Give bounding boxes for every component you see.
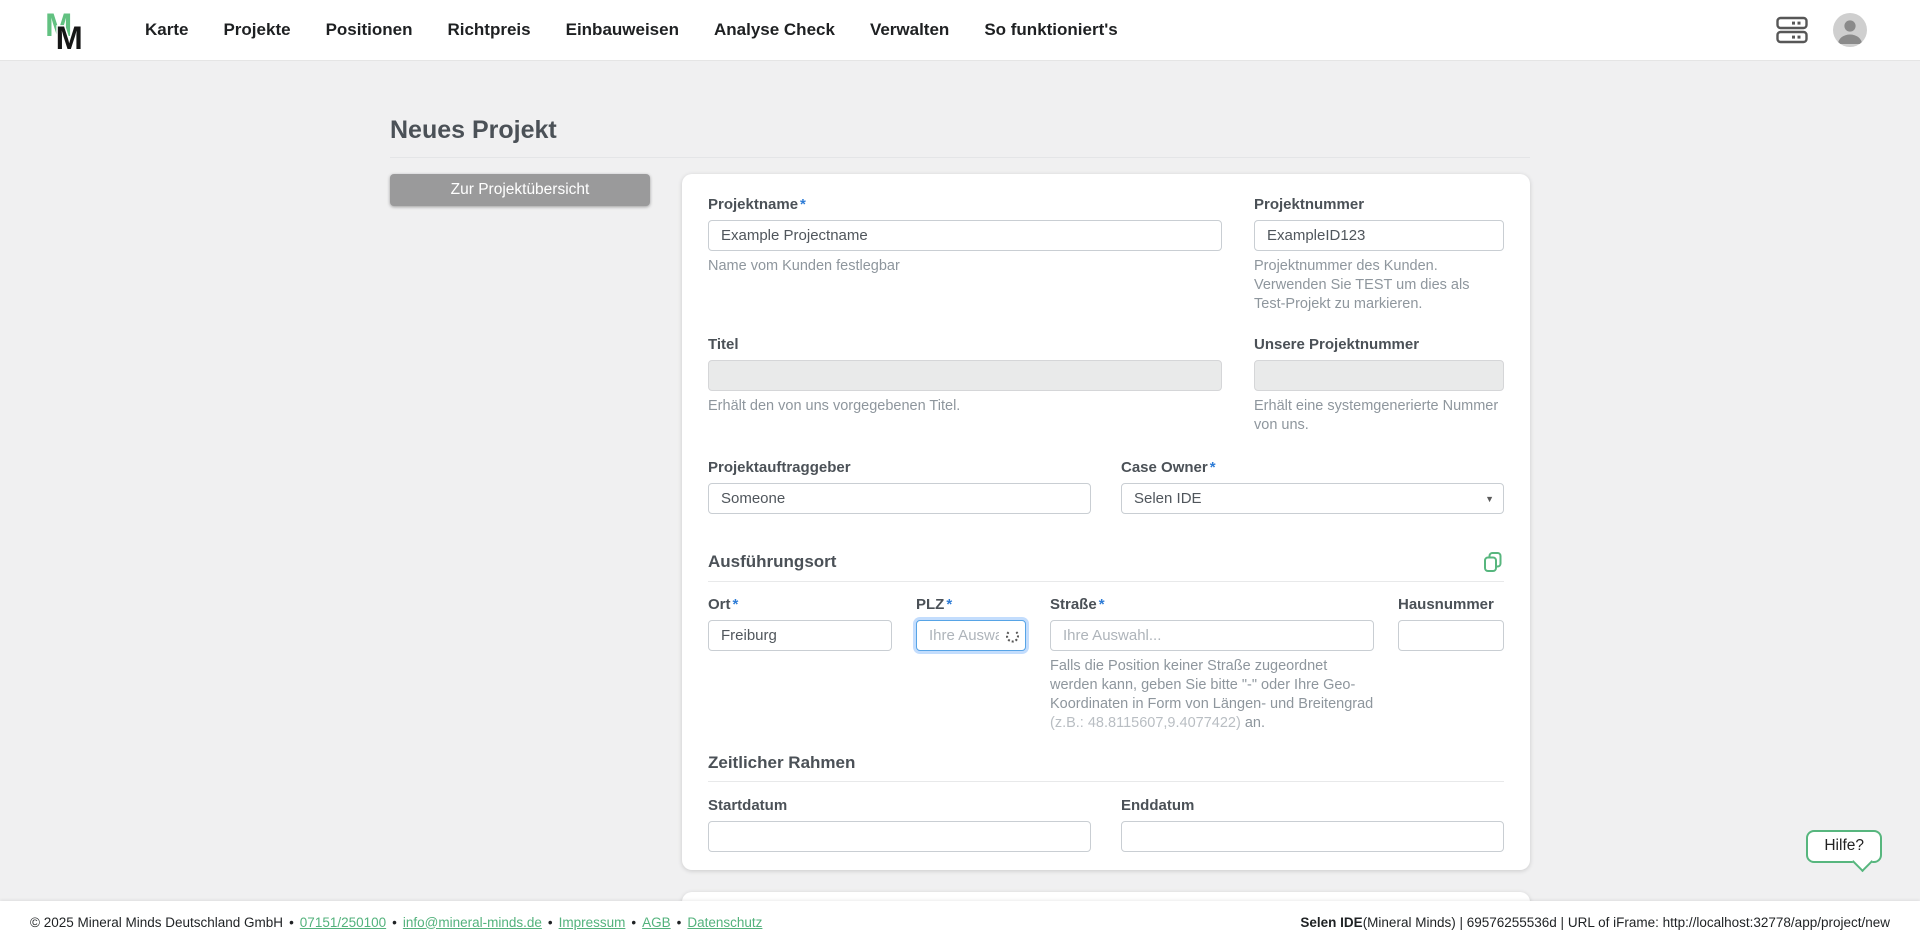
required-marker: * (1098, 596, 1105, 613)
section-divider (708, 581, 1504, 582)
ort-label: Ort * (708, 596, 739, 613)
copy-icon (1484, 552, 1502, 572)
case-owner-label: Case Owner * (1121, 459, 1216, 476)
case-owner-select[interactable]: Selen IDE ▼ (1121, 483, 1504, 514)
field-projektauftraggeber: Projektauftraggeber (708, 459, 1091, 514)
titel-label: Titel (708, 336, 739, 353)
nav-item-verwalten[interactable]: Verwalten (870, 20, 949, 40)
startdatum-label: Startdatum (708, 797, 788, 814)
nav-item-richtpreis[interactable]: Richtpreis (447, 20, 530, 40)
title-divider (390, 157, 1530, 158)
field-hausnummer: Hausnummer (1398, 596, 1504, 733)
titel-hint: Erhält den von uns vorgegebenen Titel. (708, 398, 961, 414)
loading-spinner-icon (1006, 629, 1019, 642)
enddatum-input[interactable] (1121, 821, 1504, 852)
plz-label: PLZ * (916, 596, 953, 613)
field-enddatum: Enddatum (1121, 797, 1504, 852)
main-nav: Karte Projekte Positionen Richtpreis Ein… (145, 20, 1118, 40)
required-marker: * (1209, 459, 1216, 476)
field-strasse: Straße* Falls die Position keiner Straße… (1050, 596, 1374, 733)
server-stack-icon[interactable] (1776, 16, 1808, 44)
startdatum-input[interactable] (708, 821, 1091, 852)
unsere-projektnummer-input (1254, 360, 1504, 391)
projektnummer-label: Projektnummer (1254, 196, 1365, 213)
projektauftraggeber-input[interactable] (708, 483, 1091, 514)
project-overview-button[interactable]: Zur Projektübersicht (390, 174, 650, 206)
footer-email-link[interactable]: info@mineral-minds.de (403, 915, 542, 930)
footer-phone-link[interactable]: 07151/250100 (300, 915, 386, 930)
footer-agb-link[interactable]: AGB (642, 915, 671, 930)
top-navbar: M M Karte Projekte Positionen Richtpreis… (0, 0, 1920, 61)
unsere-projektnummer-label: Unsere Projektnummer (1254, 336, 1420, 353)
footer-separator: • (676, 914, 682, 930)
required-marker: * (800, 196, 806, 213)
footer-session-user: Selen IDE (1300, 914, 1363, 930)
nav-item-analyse-check[interactable]: Analyse Check (714, 20, 835, 40)
project-new-page: Neues Projekt Zur Projektübersicht Proje… (390, 61, 1530, 926)
footer-separator: • (392, 914, 397, 930)
page-title: Neues Projekt (390, 116, 557, 144)
chevron-down-icon: ▼ (1485, 493, 1494, 504)
field-titel: Titel Erhält den von uns vorgegebenen Ti… (708, 336, 1222, 435)
project-form-card: Projektname* Name vom Kunden festlegbar … (682, 174, 1530, 870)
page-footer: © 2025 Mineral Minds Deutschland GmbH • … (0, 901, 1920, 943)
nav-item-so-funktionierts[interactable]: So funktioniert's (984, 20, 1117, 40)
field-unsere-projektnummer: Unsere Projektnummer Erhält eine systemg… (1254, 336, 1504, 435)
hausnummer-input[interactable] (1398, 620, 1504, 651)
enddatum-label: Enddatum (1121, 797, 1195, 814)
footer-separator: • (631, 914, 637, 930)
hausnummer-label: Hausnummer (1398, 596, 1494, 613)
field-projektname: Projektname* Name vom Kunden festlegbar (708, 196, 1222, 314)
strasse-label: Straße * (1050, 596, 1105, 613)
section-title-ausfuehrungsort: Ausführungsort (708, 552, 837, 571)
strasse-input[interactable] (1050, 620, 1374, 651)
projektnummer-hint: Projektnummer des Kunden. Verwenden Sie … (1254, 258, 1470, 312)
nav-item-positionen[interactable]: Positionen (326, 20, 413, 40)
projektauftraggeber-label: Projektauftraggeber (708, 459, 851, 476)
footer-datenschutz-link[interactable]: Datenschutz (687, 915, 762, 930)
field-plz: PLZ * (916, 596, 1026, 733)
case-owner-selected-value: Selen IDE (1134, 490, 1202, 507)
field-projektnummer: Projektnummer Projektnummer des Kunden. … (1254, 196, 1504, 314)
nav-item-projekte[interactable]: Projekte (223, 20, 290, 40)
titel-input (708, 360, 1222, 391)
projektname-label: Projektname * (708, 196, 806, 213)
help-button[interactable]: Hilfe? (1806, 830, 1882, 863)
footer-impressum-link[interactable]: Impressum (559, 915, 626, 930)
footer-session-info: (Mineral Minds) | 69576255536d | URL of … (1362, 914, 1890, 930)
required-marker: * (946, 596, 953, 613)
user-avatar[interactable] (1832, 12, 1868, 48)
unsere-projektnummer-hint: Erhält eine systemgenerierte Nummer von … (1254, 398, 1499, 433)
strasse-hint: Falls die Position keiner Straße zugeord… (1050, 658, 1374, 731)
field-startdatum: Startdatum (708, 797, 1091, 852)
footer-separator: • (547, 914, 553, 930)
nav-item-karte[interactable]: Karte (145, 20, 188, 40)
field-case-owner: Case Owner * Selen IDE ▼ (1121, 459, 1504, 514)
ort-input[interactable] (708, 620, 892, 651)
svg-text:M: M (56, 20, 83, 53)
required-marker: * (732, 596, 739, 613)
footer-separator: • (289, 914, 294, 930)
mineral-minds-logo-icon[interactable]: M M (45, 7, 95, 53)
projektname-hint: Name vom Kunden festlegbar (708, 258, 900, 274)
projektnummer-input[interactable] (1254, 220, 1504, 251)
section-title-zeitlicher-rahmen: Zeitlicher Rahmen (708, 753, 856, 772)
nav-item-einbauweisen[interactable]: Einbauweisen (566, 20, 679, 40)
footer-copyright: © 2025 Mineral Minds Deutschland GmbH (30, 914, 284, 930)
projektname-input[interactable] (708, 220, 1222, 251)
copy-location-button[interactable] (1482, 551, 1504, 573)
field-ort: Ort * (708, 596, 892, 733)
section-divider (708, 781, 1504, 782)
